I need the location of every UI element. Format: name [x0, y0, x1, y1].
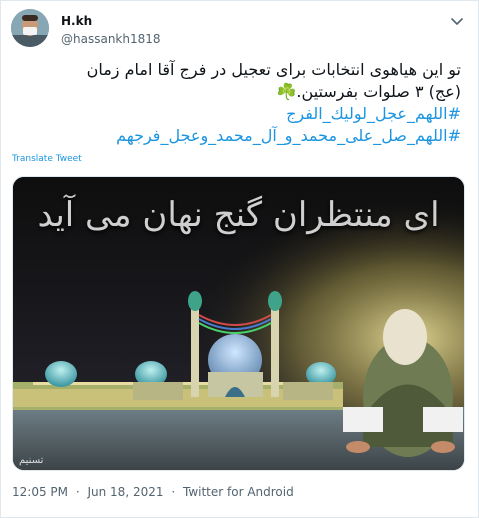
tweet-header: H.kh @hassankh1818 [11, 9, 471, 49]
tweet-client[interactable]: Twitter for Android [183, 485, 294, 499]
tweet-line-1: تو این هیاهوی انتخابات برای تعجیل در فرج… [86, 60, 461, 79]
author-handle[interactable]: @hassankh1818 [61, 32, 161, 46]
media-overlay-text: ای منتظران گنج نهان می آید [37, 195, 440, 235]
tweet-media-image[interactable]: ای منتظران گنج نهان می آید تسنیم [12, 176, 465, 471]
tweet-card: H.kh @hassankh1818 تو این هیاهوی انتخابا… [0, 0, 479, 518]
chevron-down-icon[interactable] [449, 13, 465, 29]
tweet-line-2: (عج) ۳ صلوات بفرستین.☘️ [276, 82, 462, 101]
footer-separator: · [75, 485, 80, 499]
media-signature: تسنیم [19, 455, 44, 466]
translate-tweet-link[interactable]: Translate Tweet [12, 154, 82, 164]
footer-separator: · [171, 485, 176, 499]
tweet-footer: 12:05 PM · Jun 18, 2021 · Twitter for An… [12, 485, 298, 499]
tweet-time[interactable]: 12:05 PM [12, 485, 68, 499]
hashtag-link-1[interactable]: #اللهم_عجل_لوليك_الفرج [11, 103, 461, 125]
avatar-image [11, 9, 49, 47]
tweet-text: تو این هیاهوی انتخابات برای تعجیل در فرج… [11, 59, 461, 147]
tweet-date[interactable]: Jun 18, 2021 [87, 485, 163, 499]
avatar[interactable] [11, 9, 49, 47]
author-name[interactable]: H.kh [61, 14, 92, 28]
hashtag-link-2[interactable]: #اللهم_صل_علی_محمد_و_آل_محمد_وعجل_فرجهم [11, 125, 461, 147]
